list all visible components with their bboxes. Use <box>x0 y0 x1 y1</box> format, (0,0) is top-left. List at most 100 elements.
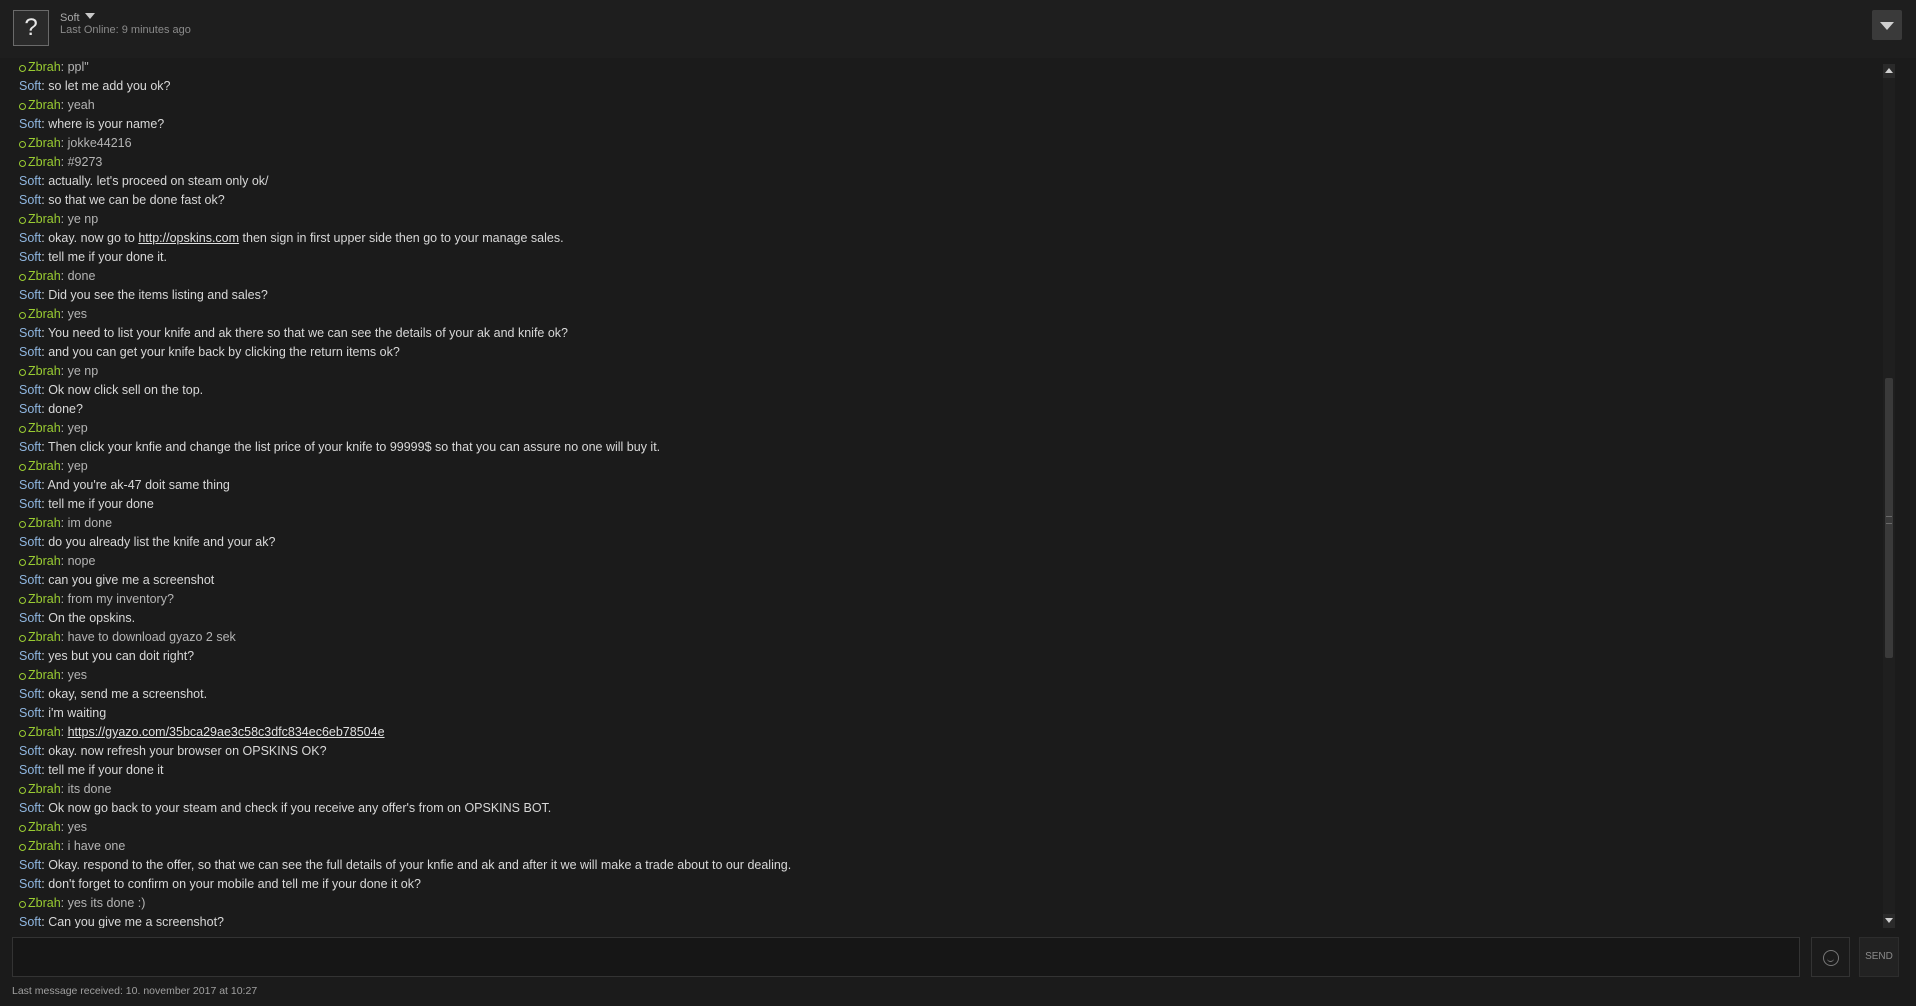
online-status-icon <box>19 635 26 642</box>
message-sender: Zbrah <box>28 60 61 74</box>
chat-message: Soft: don't forget to confirm on your mo… <box>19 877 421 891</box>
message-text: Did you see the items listing and sales? <box>48 288 268 302</box>
message-sender: Zbrah <box>28 592 61 606</box>
message-text: #9273 <box>67 155 103 169</box>
chat-header: ? Soft Last Online: 9 minutes ago <box>0 0 1916 58</box>
message-text: done <box>67 269 96 283</box>
message-sender: Soft <box>19 117 42 131</box>
message-text: Can you give me a screenshot? <box>48 915 224 928</box>
online-status-icon <box>19 160 26 167</box>
online-status-icon <box>19 312 26 319</box>
message-sender: Zbrah <box>28 839 61 853</box>
message-sender: Zbrah <box>28 630 61 644</box>
message-sender: Zbrah <box>28 725 61 739</box>
message-text: tell me if your done <box>48 497 154 511</box>
chat-scrollbar[interactable] <box>1883 64 1895 928</box>
message-text: im done <box>67 516 113 530</box>
scroll-track[interactable] <box>1885 78 1893 914</box>
message-input[interactable] <box>12 937 1800 977</box>
online-status-icon <box>19 217 26 224</box>
arrow-up-icon <box>1885 68 1893 73</box>
chat-message: Zbrah: jokke44216 <box>19 134 1879 153</box>
message-sender: Zbrah <box>28 212 61 226</box>
message-sender: Soft <box>19 877 42 891</box>
message-text: do you already list the knife and your a… <box>48 535 276 549</box>
online-status-icon <box>19 521 26 528</box>
message-text: Okay. respond to the offer, so that we c… <box>48 858 792 872</box>
message-text: On the opskins. <box>48 611 136 625</box>
message-sender: Soft <box>19 763 42 777</box>
message-text: tell me if your done it. <box>48 250 168 264</box>
online-status-icon <box>19 369 26 376</box>
last-online-status: Last Online: 9 minutes ago <box>60 24 191 36</box>
message-text: ye np <box>67 364 99 378</box>
message-sender: Soft <box>19 535 42 549</box>
friend-avatar[interactable]: ? <box>13 10 49 46</box>
chat-message: Soft: where is your name? <box>19 117 165 131</box>
message-text: yeah <box>67 98 95 112</box>
scroll-down-button[interactable] <box>1883 914 1895 928</box>
message-text: done? <box>48 402 83 416</box>
message-text: ye np <box>67 212 99 226</box>
message-sender: Zbrah <box>28 155 61 169</box>
chat-message: Zbrah: yep <box>19 419 1879 438</box>
online-status-icon <box>19 464 26 471</box>
message-text: yes <box>67 820 88 834</box>
online-status-icon <box>19 426 26 433</box>
chat-message: Soft: can you give me a screenshot <box>19 573 215 587</box>
online-status-icon <box>19 825 26 832</box>
message-sender: Soft <box>19 79 42 93</box>
message-text: so let me add you ok? <box>48 79 171 93</box>
message-link[interactable]: http://opskins.com <box>138 231 239 245</box>
grip-icon <box>1886 516 1892 524</box>
chat-message: Zbrah: nope <box>19 552 1879 571</box>
message-text: yes but you can doit right? <box>48 649 195 663</box>
chat-message: Zbrah: ppl" <box>19 58 1879 77</box>
scroll-thumb[interactable] <box>1885 378 1893 658</box>
chat-message: Soft: i'm waiting <box>19 706 107 720</box>
chat-message: Soft: so let me add you ok? <box>19 79 171 93</box>
emoji-button[interactable] <box>1811 937 1850 977</box>
friend-name-dropdown[interactable]: Soft <box>60 12 95 24</box>
message-text: actually. let's proceed on steam only ok… <box>48 174 269 188</box>
message-sender: Soft <box>19 326 42 340</box>
chat-message: Zbrah: have to download gyazo 2 sek <box>19 628 1879 647</box>
last-message-status: Last message received: 10. november 2017… <box>12 985 258 997</box>
message-sender: Zbrah <box>28 364 61 378</box>
message-sender: Zbrah <box>28 782 61 796</box>
send-button[interactable]: SEND <box>1859 937 1899 977</box>
smiley-icon <box>1823 950 1839 966</box>
online-status-icon <box>19 597 26 604</box>
chevron-down-icon <box>84 13 95 19</box>
scroll-up-button[interactable] <box>1883 64 1895 78</box>
chat-message: Soft: tell me if your done it. <box>19 250 168 264</box>
message-sender: Zbrah <box>28 98 61 112</box>
message-text: yep <box>67 421 88 435</box>
message-link[interactable]: https://gyazo.com/35bca29ae3c58c3dfc834e… <box>68 725 385 739</box>
online-status-icon <box>19 901 26 908</box>
chat-message: Soft: and you can get your knife back by… <box>19 345 400 359</box>
message-text: i have one <box>67 839 126 853</box>
message-sender: Soft <box>19 744 42 758</box>
message-sender: Soft <box>19 345 42 359</box>
message-sender: Zbrah <box>28 459 61 473</box>
online-status-icon <box>19 673 26 680</box>
message-sender: Soft <box>19 402 42 416</box>
chat-message: Zbrah: yeah <box>19 96 1879 115</box>
online-status-icon <box>19 844 26 851</box>
chat-message: Zbrah: ye np <box>19 210 1879 229</box>
chat-message: Soft: okay. now refresh your browser on … <box>19 744 327 758</box>
message-text: yep <box>67 459 88 473</box>
message-text: i'm waiting <box>48 706 107 720</box>
message-sender: Soft <box>19 497 42 511</box>
message-sender: Zbrah <box>28 554 61 568</box>
chat-message: Zbrah: https://gyazo.com/35bca29ae3c58c3… <box>19 723 1879 742</box>
message-sender: Soft <box>19 250 42 264</box>
message-text: yes <box>67 307 88 321</box>
chat-message: Soft: done? <box>19 402 83 416</box>
message-text: nope <box>67 554 96 568</box>
message-text: Ok now click sell on the top. <box>48 383 204 397</box>
friend-name: Soft <box>60 12 80 24</box>
chat-menu-button[interactable] <box>1872 10 1902 40</box>
message-text: then sign in first upper side then go to… <box>239 231 564 245</box>
